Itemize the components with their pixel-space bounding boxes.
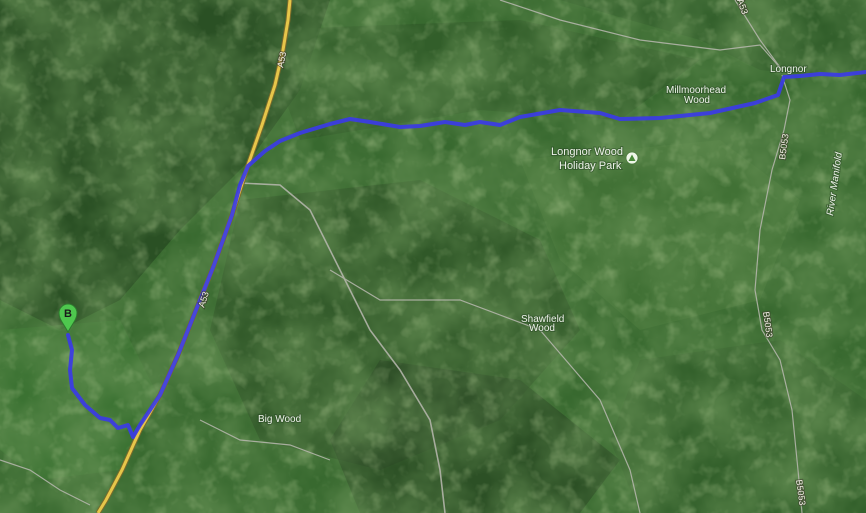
place-holiday-park: Holiday Park: [559, 160, 622, 172]
place-shawfield-wood: Wood: [529, 323, 555, 334]
place-longnor-wood: Longnor Wood: [551, 146, 623, 158]
marker-label: B: [64, 308, 72, 320]
place-millmoorhead-wood: Wood: [684, 95, 710, 106]
place-longnor: Longnor: [770, 64, 807, 75]
map-view[interactable]: B A53 A53 A53 B5053 B5053 B5053 Longnor …: [0, 0, 866, 513]
map-canvas[interactable]: B A53 A53 A53 B5053 B5053 B5053 Longnor …: [0, 0, 866, 513]
campground-icon[interactable]: [625, 151, 639, 165]
place-big-wood: Big Wood: [258, 414, 301, 425]
